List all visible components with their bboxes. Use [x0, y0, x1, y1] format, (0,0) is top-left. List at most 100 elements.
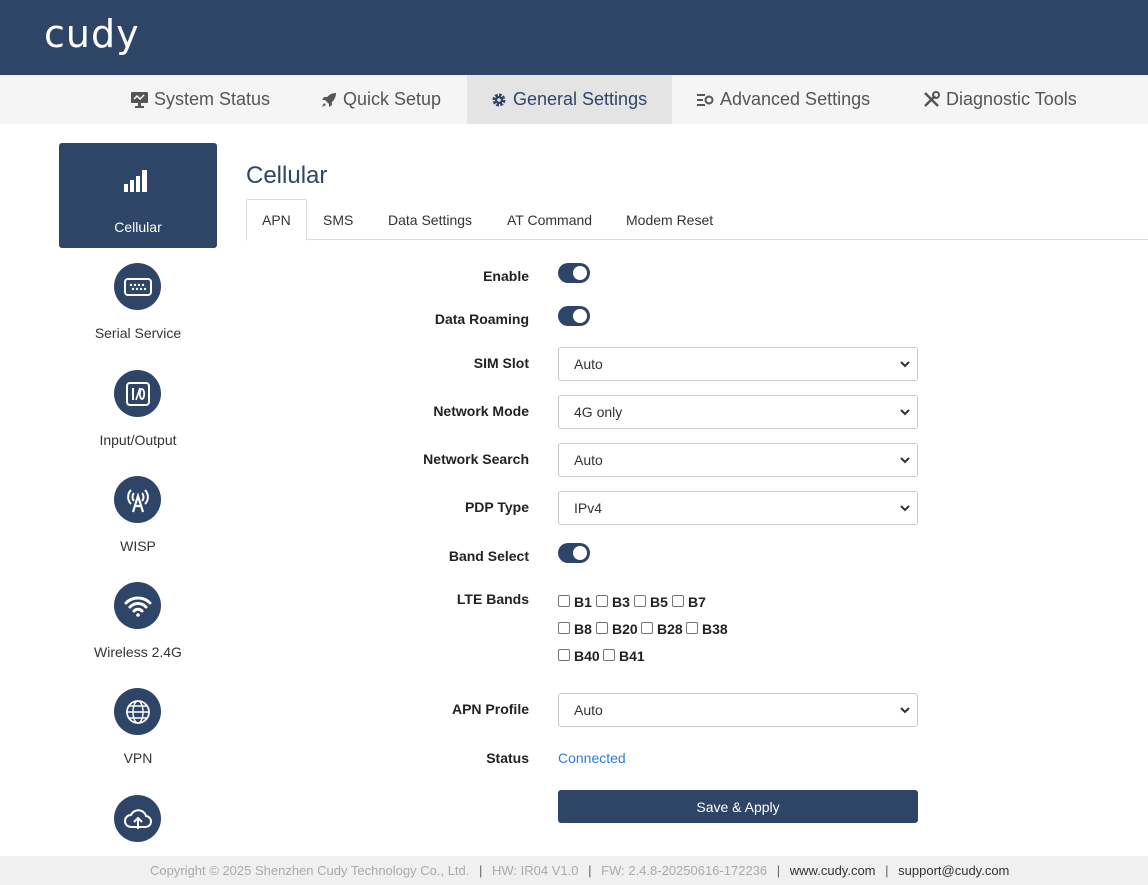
footer-hw: HW: IR04 V1.0: [492, 863, 579, 878]
band-b5[interactable]: B5: [634, 594, 668, 610]
sidebar-icon-circle: [114, 795, 161, 842]
band-b8[interactable]: B8: [558, 621, 592, 637]
band-b40[interactable]: B40: [558, 648, 600, 664]
sidebar-item-cellular[interactable]: Cellular: [59, 143, 217, 248]
pdp-type-label: PDP Type: [464, 499, 529, 515]
sidebar-item-label: WISP: [120, 538, 156, 554]
main-nav: System Status Quick Setup General Settin…: [0, 75, 1148, 124]
select-value: Auto: [574, 452, 603, 468]
sidebar-item-serial-service[interactable]: Serial Service: [59, 263, 217, 363]
sidebar-icon-circle: [114, 263, 161, 310]
select-value: IPv4: [574, 500, 603, 516]
select-value: Auto: [574, 356, 603, 372]
select-value: 4G only: [574, 404, 623, 420]
sidebar-icon-circle: [114, 370, 161, 417]
footer-email-link[interactable]: support@cudy.com: [898, 863, 1009, 878]
cudy-logo[interactable]: cudy: [44, 12, 140, 56]
sidebar-icon-circle: [114, 688, 161, 735]
tab-data-settings[interactable]: Data Settings: [373, 199, 487, 240]
rocket-icon: [322, 92, 336, 107]
nav-system-status[interactable]: System Status: [131, 75, 270, 124]
checkbox[interactable]: [634, 594, 646, 607]
sidebar-item-upload[interactable]: [59, 795, 217, 845]
footer-separator: |: [479, 863, 483, 878]
footer: Copyright © 2025 Shenzhen Cudy Technolog…: [0, 856, 1148, 885]
sidebar-item-label: Cellular: [114, 219, 162, 235]
footer-separator: |: [776, 863, 781, 878]
footer-fw: FW: 2.4.8-20250616-172236: [601, 863, 768, 878]
chevron-down-icon: [900, 409, 910, 416]
monitor-icon: [131, 91, 148, 108]
checkbox[interactable]: [558, 594, 570, 607]
data-roaming-toggle[interactable]: [558, 306, 590, 326]
band-label: B41: [619, 648, 645, 664]
checkbox[interactable]: [672, 594, 684, 607]
network-search-label: Network Search: [423, 451, 529, 467]
antenna-icon: [126, 488, 149, 512]
enable-toggle[interactable]: [558, 263, 590, 283]
band-select-toggle[interactable]: [558, 543, 590, 563]
chevron-down-icon: [900, 457, 910, 464]
network-mode-select[interactable]: 4G only: [558, 395, 918, 429]
select-value: Auto: [574, 702, 603, 718]
apn-profile-select[interactable]: Auto: [558, 693, 918, 727]
checkbox[interactable]: [558, 621, 570, 634]
sidebar-item-label: Serial Service: [94, 325, 182, 341]
chevron-down-icon: [900, 707, 910, 714]
chevron-down-icon: [900, 361, 910, 368]
pdp-type-select[interactable]: IPv4: [558, 491, 918, 525]
save-apply-button[interactable]: Save & Apply: [558, 790, 918, 823]
status-label: Status: [486, 750, 529, 766]
network-search-select[interactable]: Auto: [558, 443, 918, 477]
lte-bands-label: LTE Bands: [456, 591, 529, 607]
data-roaming-label: Data Roaming: [434, 311, 529, 327]
nav-advanced-settings[interactable]: Advanced Settings: [697, 75, 870, 124]
top-header: cudy: [0, 0, 1148, 75]
band-label: B8: [574, 621, 592, 637]
sidebar-icon-circle: [114, 476, 161, 523]
footer-website-link[interactable]: www.cudy.com: [790, 863, 876, 878]
tab-sms[interactable]: SMS: [308, 199, 368, 240]
tools-icon: [924, 91, 940, 107]
band-b7[interactable]: B7: [672, 594, 706, 610]
nav-general-settings[interactable]: General Settings: [467, 75, 672, 124]
chevron-down-icon: [900, 505, 910, 512]
checkbox[interactable]: [603, 648, 615, 661]
tab-at-command[interactable]: AT Command: [492, 199, 607, 240]
status-value[interactable]: Connected: [558, 750, 626, 766]
band-label: B28: [657, 621, 683, 637]
sidebar-item-label: Wireless 2.4G: [94, 644, 182, 660]
nav-label: Advanced Settings: [720, 89, 871, 109]
checkbox[interactable]: [596, 621, 608, 634]
sim-slot-label: SIM Slot: [473, 355, 529, 371]
sidebar-item-wisp[interactable]: WISP: [59, 476, 217, 576]
sidebar-item-input-output[interactable]: Input/Output: [59, 370, 217, 470]
band-b41[interactable]: B41: [603, 648, 645, 664]
footer-separator: |: [885, 863, 889, 878]
io-icon: [125, 381, 150, 406]
checkbox[interactable]: [596, 594, 608, 607]
sidebar-item-wireless[interactable]: Wireless 2.4G: [59, 582, 217, 682]
globe-icon: [125, 699, 150, 724]
serial-port-icon: [123, 277, 152, 296]
sidebar-item-label: VPN: [123, 750, 153, 766]
tab-modem-reset[interactable]: Modem Reset: [611, 199, 728, 240]
nav-quick-setup[interactable]: Quick Setup: [321, 75, 441, 124]
enable-label: Enable: [483, 268, 529, 284]
band-b1[interactable]: B1: [558, 594, 592, 610]
tab-apn[interactable]: APN: [246, 199, 307, 241]
checkbox[interactable]: [558, 648, 570, 661]
sidebar-icon-circle: [114, 582, 161, 629]
band-b3[interactable]: B3: [596, 594, 630, 610]
band-b20[interactable]: B20: [596, 621, 638, 637]
checkbox[interactable]: [686, 621, 698, 634]
band-b38[interactable]: B38: [686, 621, 728, 637]
sidebar-item-vpn[interactable]: VPN: [59, 688, 217, 788]
band-label: B1: [574, 594, 592, 610]
band-label: B38: [702, 621, 728, 637]
sim-slot-select[interactable]: Auto: [558, 347, 918, 381]
checkbox[interactable]: [641, 621, 653, 634]
band-b28[interactable]: B28: [641, 621, 683, 637]
nav-diagnostic-tools[interactable]: Diagnostic Tools: [923, 75, 1077, 124]
wifi-icon: [124, 596, 151, 617]
